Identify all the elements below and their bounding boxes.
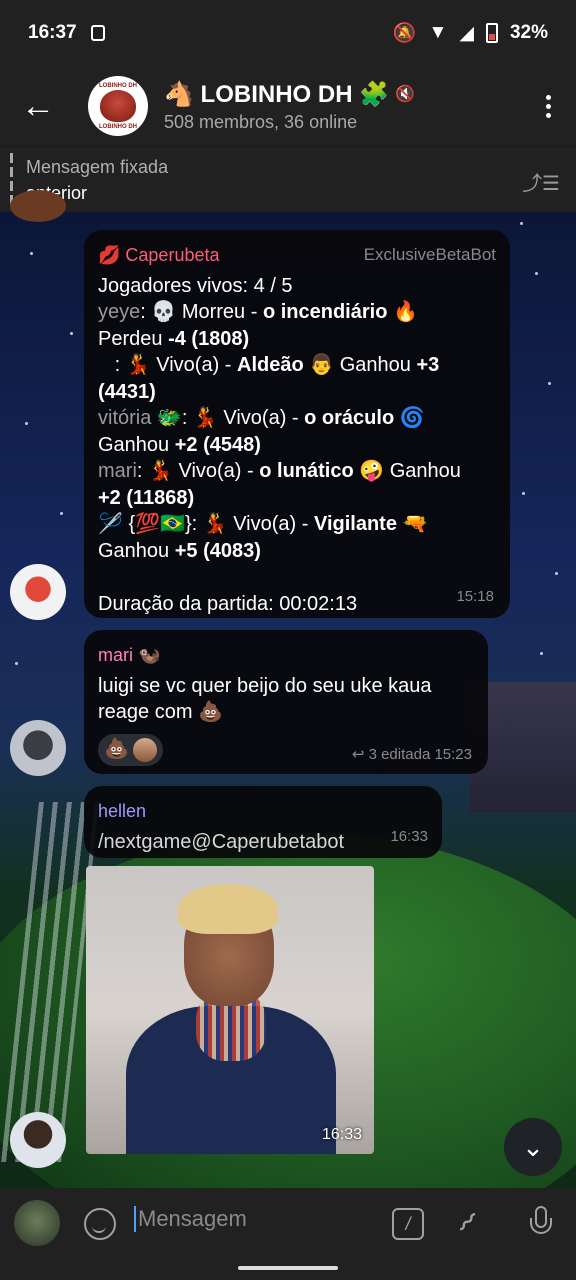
mute-icon: 🔕: [392, 23, 417, 44]
message-line: (4431): [98, 379, 496, 406]
avatar[interactable]: [10, 720, 66, 776]
arrow-left-icon[interactable]: ←: [0, 66, 76, 146]
notification-icon: [90, 25, 105, 41]
wifi-icon: ▼: [428, 22, 448, 43]
message-line: +2 (11868): [98, 485, 496, 512]
avatar[interactable]: [10, 1112, 66, 1168]
result-label: 👨 Ganhou: [303, 354, 417, 376]
result-value: +2 (4548): [174, 433, 261, 456]
result-label: Perdeu: [98, 327, 169, 350]
message-line: yeye: 💀 Morreu - o incendiário 🔥: [98, 299, 496, 326]
player-role: o oráculo: [304, 407, 395, 429]
message-text: luigi se vc quer beijo do seu uke kaua r…: [98, 674, 432, 724]
avatar[interactable]: [10, 190, 66, 222]
result-value: +2 (11868): [98, 486, 195, 509]
player-name: yeye: [98, 301, 141, 323]
player-status: : 💀 Morreu -: [140, 301, 263, 323]
avatar-text-bottom: LOBINHO DH: [99, 124, 137, 130]
message-time: 16:33: [390, 827, 428, 845]
pin-list-icon[interactable]: ⤴☰: [522, 167, 560, 196]
message-line: Duração da partida: 00:02:13: [98, 592, 358, 615]
muted-icon: 🔇: [395, 86, 416, 103]
message-input-bar: Mensagem / ⌇: [0, 1188, 576, 1280]
status-time: 16:37: [28, 22, 77, 43]
photo-figure-hair: [178, 884, 278, 934]
signal-icon: ◢: [459, 22, 474, 44]
message-line: 🪡 {💯🇧🇷}: 💃 Vivo(a) - Vigilante 🔫: [98, 511, 496, 538]
microphone-icon[interactable]: [530, 1206, 552, 1242]
photo-message[interactable]: 16:33: [86, 866, 374, 1154]
reaction-emoji: 💩: [104, 738, 129, 761]
paperclip-icon[interactable]: ⌇: [450, 1206, 483, 1239]
message-bubble-hellen[interactable]: hellen /nextgame@Caperubetabot 16:33: [84, 786, 442, 858]
message-sender[interactable]: mari 🦦: [98, 642, 474, 669]
edited-time: editada 15:23: [381, 745, 472, 763]
chat-title-text: 🐴 LOBINHO DH 🧩: [164, 80, 390, 108]
reactor-avatar: [132, 737, 157, 762]
reply-count[interactable]: 3: [369, 746, 377, 763]
battery-percent: 32%: [509, 22, 548, 43]
message-line: : 💃 Vivo(a) - Aldeão 👨 Ganhou +3: [98, 352, 496, 379]
group-avatar[interactable]: LOBINHO DH LOBINHO DH: [88, 76, 148, 136]
message-input[interactable]: Mensagem: [134, 1206, 247, 1232]
message-sender[interactable]: hellen: [98, 798, 428, 825]
result-label: Ganhou: [98, 539, 175, 562]
player-status: 🪡 {💯🇧🇷}: 💃 Vivo(a) -: [98, 513, 314, 535]
message-bubble-mari[interactable]: mari 🦦 luigi se vc quer beijo do seu uke…: [84, 630, 488, 774]
chevron-down-icon[interactable]: ⌄: [504, 1118, 562, 1176]
chat-title: 🐴 LOBINHO DH 🧩 🔇: [164, 80, 520, 109]
role-emoji: 🔥: [387, 301, 418, 323]
message-line: vitória 🐲: 💃 Vivo(a) - o oráculo 🌀: [98, 405, 496, 432]
reply-icon: ↩: [351, 745, 365, 763]
smile-icon[interactable]: [84, 1208, 116, 1240]
slash-command-icon[interactable]: /: [392, 1208, 424, 1240]
reaction-pill[interactable]: 💩: [98, 733, 163, 766]
message-bubble-bot[interactable]: 💋 Caperubeta ExclusiveBetaBot Jogadores …: [84, 230, 510, 618]
result-label: Ganhou: [98, 433, 175, 456]
avatar[interactable]: [10, 564, 66, 620]
more-vertical-icon[interactable]: [520, 94, 576, 118]
player-name: mari: [98, 460, 137, 482]
result-value: +3: [416, 354, 440, 376]
chat-subtitle: 508 membros, 36 online: [164, 111, 358, 132]
message-line: [98, 564, 496, 591]
chat-title-block[interactable]: 🐴 LOBINHO DH 🧩 🔇 508 membros, 36 online: [164, 80, 520, 133]
pinned-label: Mensagem fixada: [26, 157, 169, 177]
gesture-handle: [238, 1266, 338, 1270]
status-bar: 16:37 🔕 ▼ ◢ 32%: [0, 0, 576, 66]
message-text[interactable]: /nextgame@Caperubetabot: [98, 829, 428, 856]
player-name: vitória 🐲: [98, 407, 182, 429]
result-value: (4431): [98, 380, 156, 403]
result-label: 🤪 Ganhou: [353, 460, 461, 482]
message-line: Ganhou +5 (4083): [98, 538, 496, 565]
role-emoji: 🔫: [396, 513, 428, 535]
send-as-avatar[interactable]: [14, 1200, 60, 1246]
wolf-logo-icon: [100, 90, 136, 122]
result-value: -4 (1808): [168, 327, 250, 350]
chat-header: ← LOBINHO DH LOBINHO DH 🐴 LOBINHO DH 🧩 🔇…: [0, 66, 576, 146]
player-role: o lunático: [259, 460, 354, 482]
battery-icon: [485, 23, 498, 43]
message-line: Perdeu -4 (1808): [98, 326, 496, 353]
player-status: : 💃 Vivo(a) -: [136, 460, 260, 482]
role-emoji: 🌀: [394, 407, 425, 429]
avatar-text-top: LOBINHO DH: [99, 83, 137, 89]
message-line: mari: 💃 Vivo(a) - o lunático 🤪 Ganhou: [98, 458, 496, 485]
via-bot-label[interactable]: ExclusiveBetaBot: [364, 242, 496, 269]
player-role: Aldeão: [237, 354, 304, 376]
player-status: : 💃 Vivo(a) -: [98, 354, 238, 376]
message-meta: ↩ 3 editada 15:23: [352, 742, 472, 769]
message-time: 15:18: [456, 587, 494, 605]
player-role: Vigilante: [313, 513, 397, 535]
message-line: Ganhou +2 (4548): [98, 432, 496, 459]
pinned-message-bar[interactable]: Mensagem fixada anterior ⤴☰: [0, 146, 576, 212]
message-time: 16:33: [321, 1126, 362, 1143]
player-role: o incendiário: [262, 301, 388, 323]
result-value: +5 (4083): [174, 539, 261, 562]
message-line: Jogadores vivos: 4 / 5: [98, 274, 293, 297]
player-status: : 💃 Vivo(a) -: [181, 407, 305, 429]
